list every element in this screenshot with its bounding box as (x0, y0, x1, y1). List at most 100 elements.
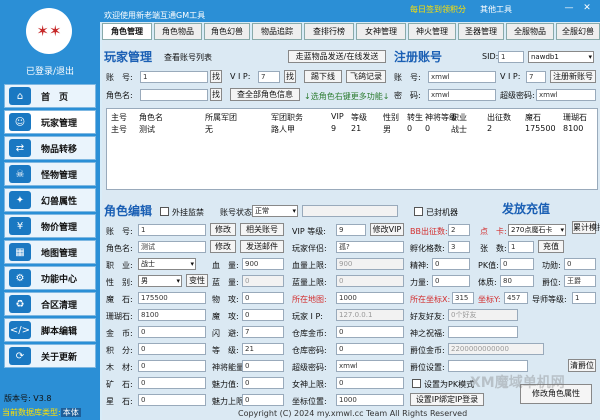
tab-6[interactable]: 神火管理 (408, 23, 456, 40)
spirit-input[interactable]: 0 (432, 258, 470, 270)
change-gender-button[interactable]: 变性 (186, 274, 208, 287)
account-input[interactable]: 1 (138, 224, 206, 236)
gender-select[interactable]: 男 (138, 275, 182, 287)
sidebar-item-9[interactable]: </> 脚本编辑 (4, 318, 96, 342)
tab-2[interactable]: 角色幻兽 (204, 23, 250, 40)
reg-password-input[interactable]: xmwl (428, 89, 496, 101)
sidebar-item-6[interactable]: ▦ 地图管理 (4, 240, 96, 264)
pk-mode-checkbox[interactable] (412, 379, 421, 388)
login-status-link[interactable]: 已登录/退出 (0, 64, 100, 77)
mp-max-input[interactable]: 0 (336, 275, 404, 287)
plugin-checkbox[interactable] (160, 207, 169, 216)
record-button[interactable]: 飞鸽记录 (346, 70, 386, 83)
rolename-search-input[interactable] (140, 89, 208, 101)
points-input[interactable]: 0 (138, 343, 206, 355)
ore-input[interactable]: 0 (138, 377, 206, 389)
register-button[interactable]: 注册新账号 (550, 70, 596, 83)
pos-input[interactable]: 1000 (336, 394, 404, 406)
recharge-button[interactable]: 充值 (538, 240, 564, 253)
dodge-input[interactable]: 7 (242, 326, 284, 338)
table-header[interactable]: VIP (331, 112, 344, 121)
sid-input[interactable]: 1 (498, 51, 524, 63)
vip-search-input[interactable]: 7 (258, 71, 280, 83)
job-select[interactable]: 战士 (138, 258, 196, 270)
sidebar-item-7[interactable]: ⚙ 功能中心 (4, 266, 96, 290)
table-cell[interactable]: 路人甲 (271, 124, 295, 135)
tab-8[interactable]: 全服物品 (506, 23, 554, 40)
bot-checkbox[interactable] (414, 207, 423, 216)
table-header[interactable]: 等级 (351, 112, 367, 123)
coord-x-input[interactable]: 315 (452, 292, 474, 304)
sidebar-item-5[interactable]: ¥ 物价管理 (4, 214, 96, 238)
table-cell[interactable]: 0 (407, 124, 412, 133)
set-ip-button[interactable]: 设置IP绑定IP登录 (410, 393, 484, 406)
db-select[interactable]: nawdb1 (528, 51, 594, 63)
friend-input[interactable]: 0个好友 (448, 309, 518, 321)
checkin-link[interactable]: 每日签到领积分 (410, 4, 466, 15)
table-cell[interactable]: 战士 (451, 124, 467, 135)
send-items-button[interactable]: 走蓝物品发送/在线发送 (288, 50, 386, 63)
table-header[interactable]: 所属军团 (205, 112, 237, 123)
status-select[interactable]: 正常 (252, 205, 298, 217)
deity3-input[interactable] (448, 360, 528, 372)
reg-account-input[interactable]: xmwl (428, 71, 496, 83)
card-select[interactable]: 270点魔石卡 (508, 224, 566, 236)
tab-1[interactable]: 角色物品 (154, 23, 202, 40)
status-extra-input[interactable] (302, 205, 398, 217)
table-cell[interactable]: 21 (351, 124, 361, 133)
table-cell[interactable]: 男 (383, 124, 391, 135)
table-header[interactable]: 转生 (407, 112, 423, 123)
sidebar-item-3[interactable]: ☠ 怪物管理 (4, 162, 96, 186)
power-input[interactable]: 0 (432, 275, 470, 287)
coord-y-input[interactable]: 457 (504, 292, 528, 304)
other-tools-button[interactable]: 其他工具 (480, 4, 512, 15)
title-input[interactable]: 王爵 (564, 275, 596, 287)
sidebar-item-4[interactable]: ✦ 幻兽属性 (4, 188, 96, 212)
query-all-roles-button[interactable]: 查全部角色信息 (230, 88, 300, 101)
charm2-input[interactable]: 0 (242, 394, 284, 406)
sidebar-item-2[interactable]: ⇄ 物品转移 (4, 136, 96, 160)
merit-input[interactable]: 0 (564, 258, 596, 270)
reg-superpwd-input[interactable]: xmwl (536, 89, 596, 101)
close-button[interactable]: ✕ (580, 3, 594, 15)
table-cell[interactable]: 无 (205, 124, 213, 135)
tab-9[interactable]: 全服幻兽 (556, 23, 600, 40)
send-mail-button[interactable]: 发送邮件 (240, 240, 284, 253)
tab-3[interactable]: 物品追踪 (252, 23, 302, 40)
table-cell[interactable]: 8100 (563, 124, 583, 133)
mp-input[interactable]: 0 (242, 275, 284, 287)
table-cell[interactable]: 测试 (139, 124, 155, 135)
sidebar-item-0[interactable]: ⌂ 首 页 (4, 84, 96, 108)
table-cell[interactable]: 0 (425, 124, 430, 133)
table-cell[interactable]: 2 (487, 124, 492, 133)
wood-input[interactable]: 0 (138, 360, 206, 372)
table-header[interactable]: 出征数 (487, 112, 511, 123)
deity2-input[interactable]: 2200000000000 (448, 343, 544, 355)
table-cell[interactable]: 9 (331, 124, 336, 133)
tutor-input[interactable]: 1 (572, 292, 596, 304)
kick-offline-button[interactable]: 踢下线 (304, 70, 342, 83)
hp-max-input[interactable]: 900 (336, 258, 404, 270)
recharge-sim-button[interactable]: 累计模拟充值 (572, 221, 600, 234)
reg-vip-input[interactable]: 7 (526, 71, 546, 83)
modify-name-button[interactable]: 修改 (210, 240, 236, 253)
wh-pwd-input[interactable]: 0 (336, 343, 404, 355)
find-account-button[interactable]: 找 (210, 70, 222, 83)
gold-input[interactable]: 0 (138, 326, 206, 338)
phys-input[interactable]: 80 (500, 275, 534, 287)
sidebar-item-8[interactable]: ♻ 合区清理 (4, 292, 96, 316)
minimize-button[interactable]: — (562, 3, 576, 15)
tab-4[interactable]: 查排行榜 (304, 23, 354, 40)
find-role-button[interactable]: 找 (210, 88, 222, 101)
coral-input[interactable]: 8100 (138, 309, 206, 321)
sidebar-item-1[interactable]: ☺ 玩家管理 (4, 110, 96, 134)
related-accounts-button[interactable]: 相关账号 (240, 223, 284, 236)
wh-gold-input[interactable]: 0 (336, 326, 404, 338)
tab-0[interactable]: 角色管理 (102, 23, 152, 40)
goddess-input[interactable]: 0 (336, 377, 404, 389)
table-cell[interactable]: 主号 (111, 124, 127, 135)
magic-input[interactable]: 175500 (138, 292, 206, 304)
name-input[interactable]: 测试 (138, 241, 206, 253)
gp-input[interactable]: 0 (242, 360, 284, 372)
star-input[interactable]: 0 (138, 394, 206, 406)
